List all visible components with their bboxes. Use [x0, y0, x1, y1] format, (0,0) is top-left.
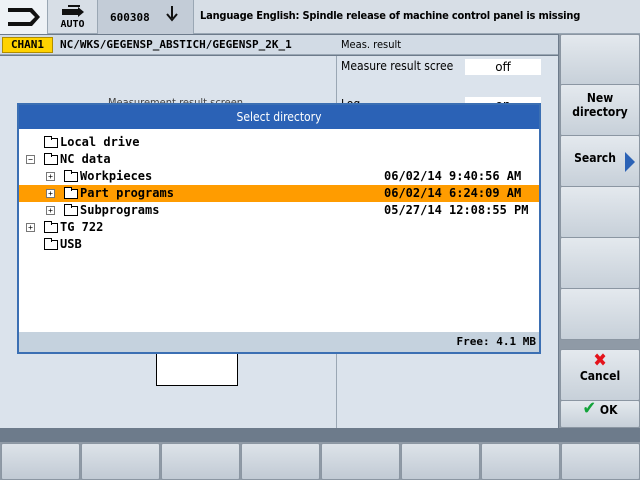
- new-directory-label-2: directory: [572, 105, 628, 119]
- expand-icon[interactable]: +: [46, 172, 55, 181]
- folder-icon: [44, 136, 58, 148]
- free-space: Free: 4.1 MB: [456, 335, 536, 348]
- meas-row-value[interactable]: off: [465, 59, 541, 75]
- softkey-blank-2[interactable]: [560, 186, 640, 238]
- ok-button[interactable]: ✔ OK: [560, 400, 640, 428]
- channel-badge: CHAN1: [2, 37, 53, 53]
- horizontal-softkey-1[interactable]: [1, 443, 80, 480]
- horizontal-softkey-8[interactable]: [561, 443, 640, 480]
- search-button[interactable]: Search: [560, 135, 640, 187]
- alarm-message: Language English: Spindle release of mac…: [200, 9, 581, 22]
- check-icon: ✔: [582, 398, 597, 419]
- select-directory-dialog: Select directory Local drive − NC data + Wor…: [17, 103, 541, 354]
- expand-icon[interactable]: +: [26, 223, 35, 232]
- alarm-number: 600308: [110, 11, 150, 24]
- arrow-right-icon: [625, 152, 635, 172]
- vertical-softkey-bar: New directory Search ✖ Cancel ✔ OK: [559, 34, 640, 428]
- folder-icon: [64, 187, 78, 199]
- tree-item-time: 9:40:56 AM: [449, 169, 522, 183]
- horizontal-softkey-5[interactable]: [321, 443, 400, 480]
- arrow-down-icon: [166, 6, 178, 22]
- path-bar: CHAN1 NC/WKS/GEGENSP_ABSTICH/GEGENSP_2K_…: [0, 35, 558, 55]
- horizontal-softkey-2[interactable]: [81, 443, 160, 480]
- tree-item-name: Local drive: [60, 135, 140, 149]
- tree-item-name: NC data: [60, 152, 111, 166]
- folder-icon: [44, 153, 58, 165]
- softkey-blank-1[interactable]: [560, 34, 640, 86]
- tree-item-name: Part programs: [80, 186, 174, 200]
- cancel-label: Cancel: [579, 369, 621, 383]
- cancel-icon: ✖: [593, 350, 607, 371]
- header-bar: AUTO 600308 Language English: Spindle re…: [0, 0, 640, 34]
- new-directory-label-1: New: [586, 91, 614, 105]
- folder-icon: [64, 204, 78, 216]
- softkey-divider: [0, 428, 640, 442]
- tree-item-name: TG 722: [60, 220, 104, 234]
- panel-title: Meas. result: [341, 38, 402, 51]
- folder-icon: [44, 221, 58, 233]
- tree-item-date: 06/02/14: [384, 186, 442, 200]
- horizontal-softkey-6[interactable]: [401, 443, 480, 480]
- tree-row[interactable]: + Subprograms 05/27/14 12:08:55 PM: [19, 202, 539, 219]
- dialog-footer: Free: 4.1 MB: [19, 332, 539, 352]
- tree-item-name: Subprograms: [80, 203, 160, 217]
- horizontal-softkey-bar: [0, 428, 640, 480]
- alarm-number-box[interactable]: 600308: [98, 0, 194, 34]
- directory-tree: Local drive − NC data + Workpieces 06/02/14 9:…: [19, 129, 539, 334]
- collapse-icon[interactable]: −: [26, 155, 35, 164]
- tree-item-name: USB: [60, 237, 82, 251]
- dialog-title: Select directory: [19, 105, 539, 129]
- tree-item-date: 06/02/14: [384, 169, 442, 183]
- horizontal-softkey-3[interactable]: [161, 443, 240, 480]
- tree-item-time: 12:08:55 PM: [449, 203, 529, 217]
- expand-icon[interactable]: +: [46, 206, 55, 215]
- mode-label: AUTO: [60, 19, 85, 30]
- tree-row[interactable]: − NC data: [19, 151, 539, 168]
- tree-row[interactable]: USB: [19, 236, 539, 253]
- horizontal-softkey-4[interactable]: [241, 443, 320, 480]
- ok-label: OK: [599, 403, 618, 417]
- return-icon: [8, 8, 40, 26]
- program-path: NC/WKS/GEGENSP_ABSTICH/GEGENSP_2K_1: [60, 38, 292, 51]
- tree-item-name: Workpieces: [80, 169, 153, 183]
- operating-mode: AUTO: [48, 0, 98, 34]
- meas-row-label: Measure result scree: [341, 59, 454, 73]
- tree-row[interactable]: + Workpieces 06/02/14 9:40:56 AM: [19, 168, 539, 185]
- tree-row[interactable]: + TG 722: [19, 219, 539, 236]
- folder-icon: [64, 170, 78, 182]
- tree-row[interactable]: Local drive: [19, 134, 539, 151]
- folder-icon: [44, 238, 58, 250]
- sketch-rectangle: [156, 350, 238, 386]
- softkey-blank-3[interactable]: [560, 237, 640, 289]
- expand-icon[interactable]: +: [46, 189, 55, 198]
- softkey-blank-4[interactable]: [560, 288, 640, 340]
- tree-row[interactable]: + Part programs 06/02/14 6:24:09 AM: [19, 185, 539, 202]
- tree-item-date: 05/27/14: [384, 203, 442, 217]
- cancel-button[interactable]: ✖ Cancel: [560, 349, 640, 401]
- tree-item-time: 6:24:09 AM: [449, 186, 522, 200]
- search-label: Search: [574, 151, 616, 165]
- horizontal-softkey-7[interactable]: [481, 443, 560, 480]
- machine-area-button[interactable]: [0, 0, 48, 34]
- new-directory-button[interactable]: New directory: [560, 84, 640, 136]
